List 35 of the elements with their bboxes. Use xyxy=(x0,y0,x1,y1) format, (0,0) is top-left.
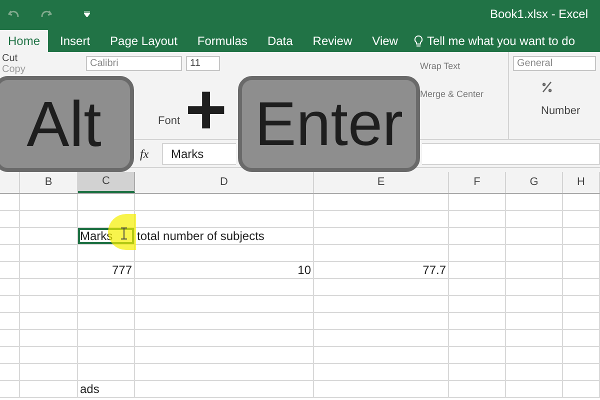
wrap-text-button[interactable]: Wrap Text xyxy=(420,60,508,74)
column-header[interactable]: F xyxy=(449,172,506,193)
plus-sign: + xyxy=(185,82,228,138)
function-icon[interactable]: fx xyxy=(140,144,162,162)
number-format-field[interactable]: General xyxy=(513,56,596,71)
ribbon-tab[interactable]: Insert xyxy=(52,30,98,52)
percent-icon[interactable] xyxy=(541,81,553,93)
column-header[interactable]: C xyxy=(78,172,135,193)
table-cell-text: 777 xyxy=(110,262,133,278)
font-group-label: Font xyxy=(158,114,182,129)
number-group-label: Number xyxy=(541,104,582,119)
window-title: Book1.xlsx - Excel xyxy=(490,6,588,23)
formula-input[interactable]: Marks xyxy=(162,142,236,164)
ribbon-tab[interactable]: Home xyxy=(0,30,48,52)
enter-key: Enter xyxy=(238,76,420,172)
tell-me-search[interactable]: Tell me what you want to do xyxy=(410,30,580,52)
cut-button[interactable]: Cut xyxy=(2,53,18,64)
customize-icon[interactable] xyxy=(84,11,90,17)
column-header[interactable]: H xyxy=(563,172,600,193)
ribbon-tab[interactable]: Page Layout xyxy=(102,30,186,52)
table-cell-text: total number of subjects xyxy=(136,228,266,244)
text-cursor-icon xyxy=(121,227,127,240)
alt-key: Alt xyxy=(0,76,134,172)
lightbulb-icon xyxy=(414,34,423,48)
font-name-field[interactable]: Calibri xyxy=(86,56,182,71)
column-header[interactable]: G xyxy=(506,172,563,193)
ribbon-tab[interactable]: Formulas xyxy=(189,30,256,52)
table-cell-text: 10 xyxy=(296,262,312,278)
font-size-field[interactable]: 11 xyxy=(186,56,220,71)
ribbon-tab[interactable]: View xyxy=(364,30,406,52)
merge-center-button[interactable]: Merge & Center xyxy=(420,88,508,101)
ribbon-tab[interactable]: Review xyxy=(304,30,360,52)
table-cell-text: ads xyxy=(79,381,100,397)
table-cell-text: 77.7 xyxy=(422,262,447,278)
ribbon-tab[interactable]: Data xyxy=(259,30,301,52)
